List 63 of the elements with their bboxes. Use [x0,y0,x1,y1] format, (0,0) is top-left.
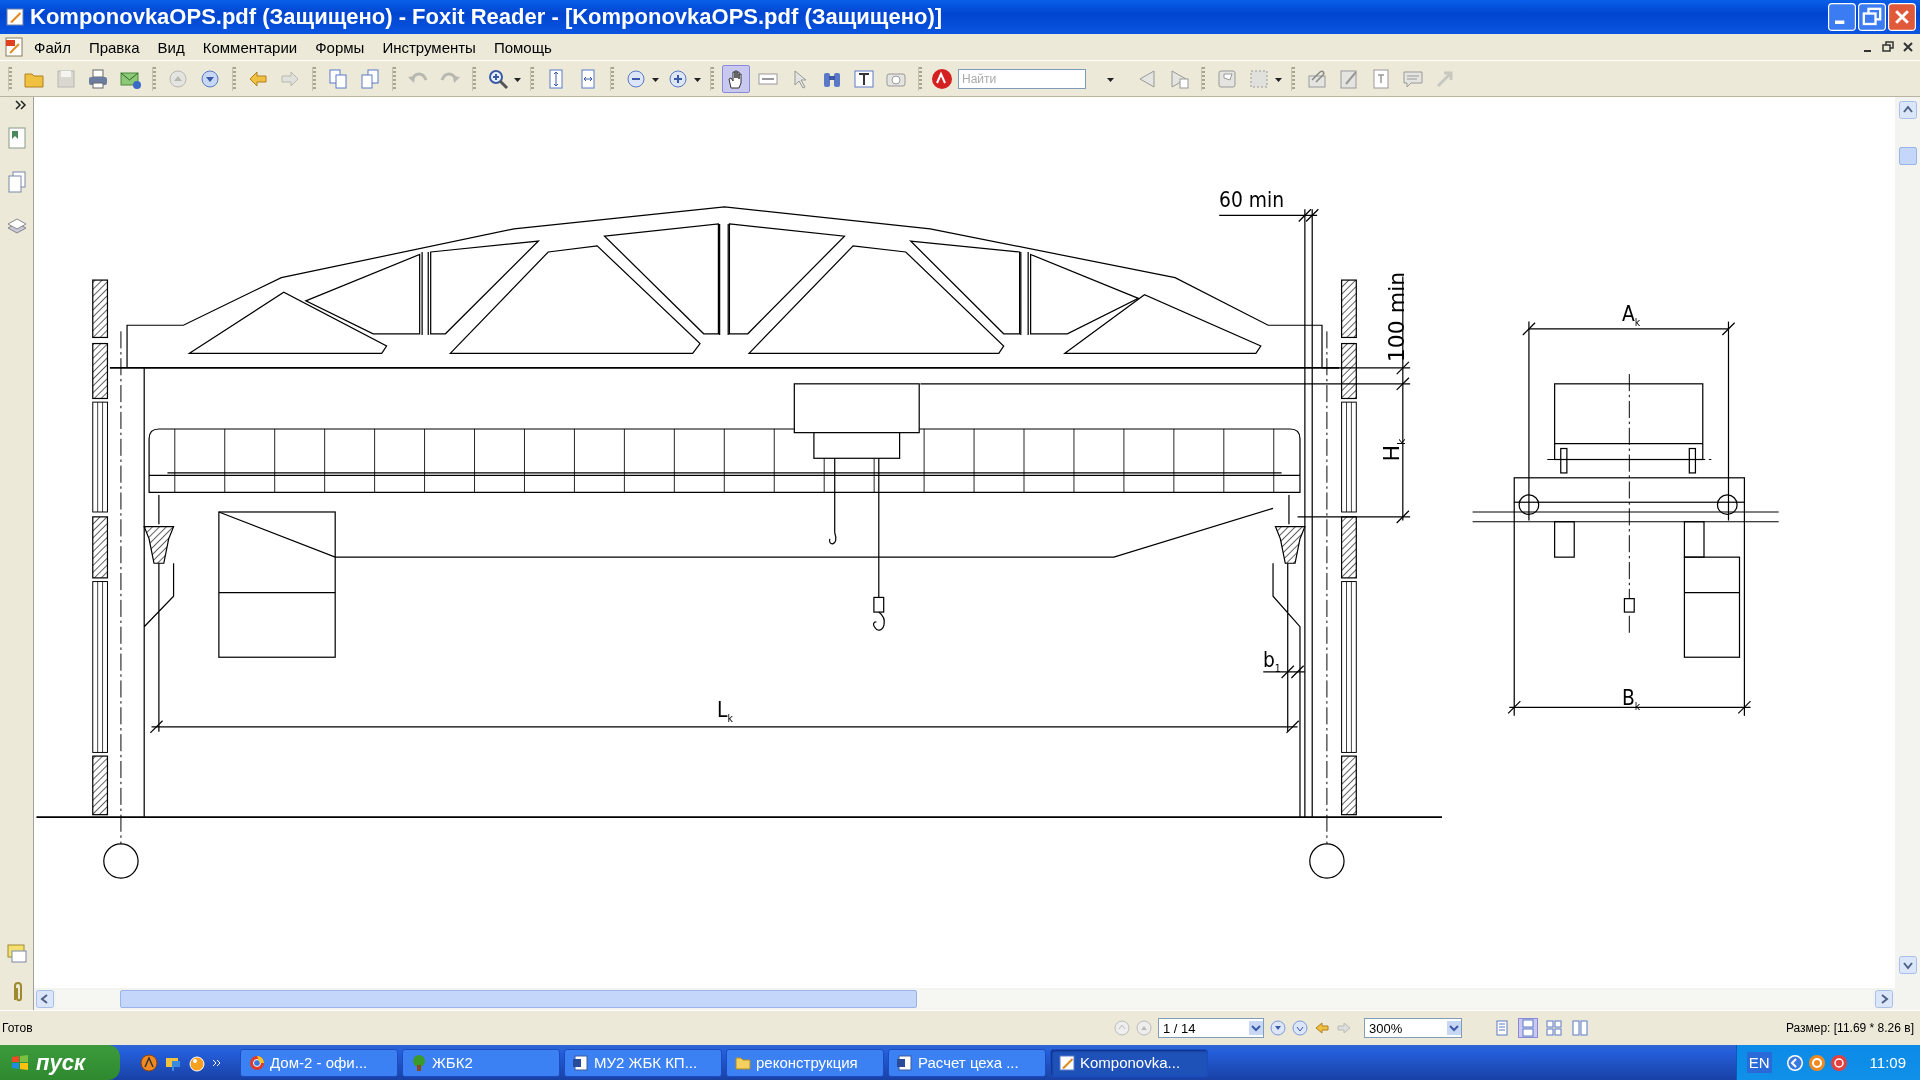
ask-logo-icon [930,67,954,90]
two-column-pages-icon[interactable] [1570,1018,1590,1038]
last-page-icon[interactable] [1292,1020,1308,1036]
search-field[interactable]: Найти [958,68,1086,89]
scrollbar-thumb[interactable] [120,990,917,1008]
scroll-left-button[interactable] [36,990,54,1008]
pages-icon[interactable] [5,170,28,194]
start-button[interactable]: пуск [0,1045,120,1080]
dimension-label: A$_{k}$ [1621,303,1641,329]
menu-item[interactable]: Формы [307,36,373,58]
pdf-document-icon [4,37,24,57]
menu-item[interactable]: Файл [26,36,79,58]
hand-icon[interactable] [722,64,750,93]
dimension-label: 100 min [1385,271,1408,362]
dimension-label: L$_{k}$ [717,698,733,725]
taskbar-button[interactable]: МУ2 ЖБК КП... [564,1048,722,1077]
reader-icon [1059,1054,1075,1071]
chevron-icon[interactable] [212,1057,222,1068]
scroll-down-button[interactable] [1898,956,1917,974]
restore-button[interactable] [1858,3,1886,31]
tree-icon [411,1054,427,1071]
menu-item[interactable]: Помощь [485,36,560,58]
taskbar-button[interactable]: Расчет цеха ... [888,1048,1046,1077]
window-title: KomponovkaOPS.pdf (Защищено) - Foxit Reader - [KomponovkaOPS.pdf (Защищено)] [30,4,944,30]
back-arrow-icon[interactable] [1314,1020,1330,1036]
page-number-field[interactable]: 1 / 14 [1158,1018,1264,1038]
restore-button[interactable] [1880,39,1896,55]
menu-item[interactable]: Правка [80,36,148,58]
expand-tray-icon[interactable] [1785,1053,1804,1072]
ring-icon[interactable] [1807,1053,1826,1072]
scrollbar-thumb[interactable] [1898,147,1917,165]
menu-item[interactable]: Комментарии [194,36,306,58]
app-icon [6,8,24,26]
language-indicator[interactable]: EN [1746,1052,1772,1073]
scroll-up-button[interactable] [1898,101,1917,119]
status-text: Готов [2,1021,34,1035]
browser-icon [249,1054,265,1071]
menu-item[interactable]: Вид [149,36,193,58]
document-icon [573,1054,589,1071]
comment-icon[interactable] [5,942,28,966]
zoom-field[interactable]: 300% [1364,1018,1462,1038]
expand-arrows-icon[interactable] [15,100,27,110]
menu-item[interactable]: Инструменты [374,36,484,58]
taskbar-button[interactable]: Komponovka... [1050,1048,1208,1077]
target-icon[interactable] [1829,1053,1848,1072]
folder-icon [735,1054,751,1071]
taskbar-button[interactable]: реконструкция [726,1048,884,1077]
dimension-label: 60 min [1219,188,1285,211]
dimension-label: b$_{1}$ [1263,648,1282,675]
bookmark-page-icon[interactable] [5,126,28,150]
document-icon [897,1054,913,1071]
ball-icon[interactable] [188,1053,206,1072]
windows-logo-icon [10,1053,30,1072]
page-size-text: Размер: [11.69 * 8.26 в] [1785,1021,1914,1035]
continuous-pages-icon[interactable] [1518,1018,1538,1038]
letter-a-circle-icon[interactable] [140,1053,158,1072]
previous-page-icon[interactable] [1136,1020,1152,1036]
next-page-icon[interactable] [1270,1020,1286,1036]
clock-text: 11:09 [1869,1054,1906,1071]
facing-pages-grid-icon[interactable] [1544,1018,1564,1038]
taskbar-button[interactable]: Дом-2 - офи... [240,1048,398,1077]
taskbar-button[interactable]: ЖБК2 [402,1048,560,1077]
scroll-right-button[interactable] [1875,990,1893,1008]
